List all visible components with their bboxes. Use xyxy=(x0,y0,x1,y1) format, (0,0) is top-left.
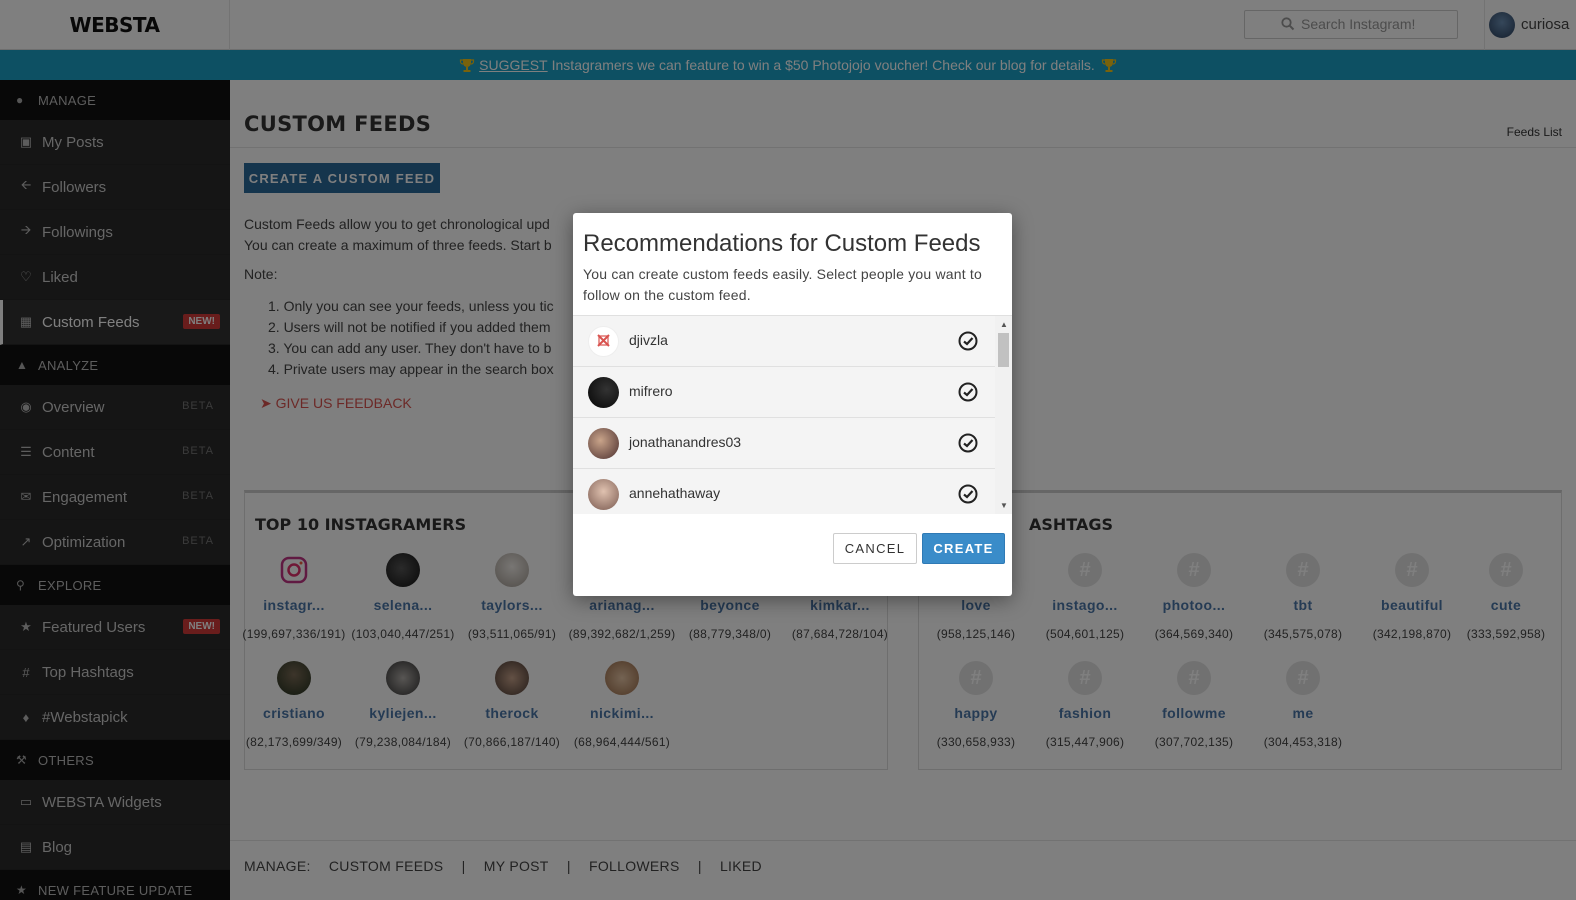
username: jonathanandres03 xyxy=(629,434,742,450)
scroll-thumb[interactable] xyxy=(998,333,1009,367)
username: annehathaway xyxy=(629,485,721,501)
username: djivzla xyxy=(629,332,668,348)
modal-subtitle: You can create custom feeds easily. Sele… xyxy=(583,266,982,303)
avatar xyxy=(588,428,619,459)
cancel-button[interactable]: CANCEL xyxy=(833,533,917,564)
scroll-up-arrow-icon[interactable]: ▲ xyxy=(1000,320,1008,329)
recommendation-list: djivzla mifrero jonathanandres03 annehat… xyxy=(573,315,1012,514)
recommendations-modal: Recommendations for Custom Feeds You can… xyxy=(573,213,1012,596)
list-item[interactable]: annehathaway xyxy=(573,469,995,514)
check-circle-icon[interactable] xyxy=(958,382,978,402)
avatar xyxy=(588,326,619,357)
check-circle-icon[interactable] xyxy=(958,484,978,504)
avatar xyxy=(588,377,619,408)
scroll-down-arrow-icon[interactable]: ▼ xyxy=(1000,501,1008,510)
check-circle-icon[interactable] xyxy=(958,433,978,453)
modal-title: Recommendations for Custom Feeds xyxy=(583,230,981,257)
list-item[interactable]: jonathanandres03 xyxy=(573,418,995,469)
list-item[interactable]: mifrero xyxy=(573,367,995,418)
username: mifrero xyxy=(629,383,673,399)
check-circle-icon[interactable] xyxy=(958,331,978,351)
create-button[interactable]: CREATE xyxy=(922,533,1005,564)
avatar xyxy=(588,479,619,510)
list-item[interactable]: djivzla xyxy=(573,316,995,367)
scrollbar[interactable]: ▲ ▼ xyxy=(995,316,1012,514)
